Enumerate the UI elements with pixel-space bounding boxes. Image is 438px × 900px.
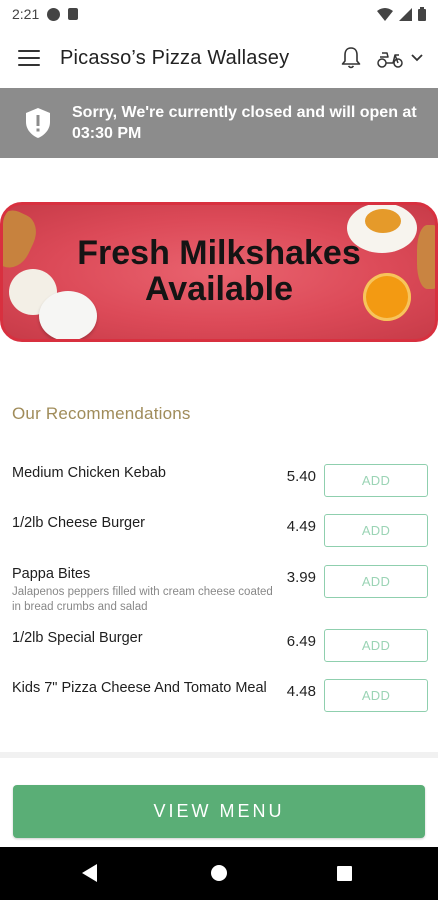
add-button[interactable]: ADD [324,565,428,598]
item-price: 4.48 [286,683,316,700]
sim-card-icon [68,8,79,20]
promo-banner[interactable]: Fresh Milkshakes Available [0,202,438,342]
item-price: 3.99 [286,569,316,586]
item-name: Pappa Bites [12,566,91,582]
view-menu-button[interactable]: VIEW MENU [13,785,425,838]
item-name: Kids 7" Pizza Cheese And Tomato Meal [12,680,267,696]
status-bar: 2:21 [0,0,438,28]
item-price: 6.49 [286,633,316,650]
signal-icon [399,7,412,21]
add-button[interactable]: ADD [324,679,428,712]
divider [0,752,438,758]
shield-alert-icon [26,108,50,138]
back-icon[interactable] [82,864,97,882]
status-time: 2:21 [12,6,40,22]
chevron-down-icon[interactable] [410,53,424,63]
item-name: 1/2lb Cheese Burger [12,515,145,531]
recommendations-heading: Our Recommendations [12,404,191,423]
page-title: Picasso’s Pizza Wallasey [60,46,290,69]
item-name: 1/2lb Special Burger [12,630,143,646]
promo-title: Fresh Milkshakes Available [77,234,361,308]
item-name: Medium Chicken Kebab [12,465,166,481]
closed-notice-banner: Sorry, We're currently closed and will o… [0,88,438,158]
item-price: 5.40 [286,468,316,485]
add-button[interactable]: ADD [324,464,428,497]
wifi-icon [377,7,393,21]
scooter-icon[interactable] [376,47,404,69]
item-name-block: Pappa Bites Jalapenos peppers filled wit… [12,565,274,615]
system-nav-bar [0,847,438,900]
add-button[interactable]: ADD [324,514,428,547]
coffee-image [365,209,401,233]
add-button[interactable]: ADD [324,629,428,662]
home-icon[interactable] [211,865,227,881]
recents-icon[interactable] [337,866,352,881]
closed-message: Sorry, We're currently closed and will o… [72,104,417,142]
bell-icon[interactable] [340,46,362,70]
item-description: Jalapenos peppers filled with cream chee… [12,586,273,613]
app-bar: Picasso’s Pizza Wallasey [0,28,438,88]
item-price: 4.49 [286,518,316,535]
notification-icon [47,7,61,21]
menu-icon[interactable] [18,50,40,66]
battery-icon [418,7,426,21]
